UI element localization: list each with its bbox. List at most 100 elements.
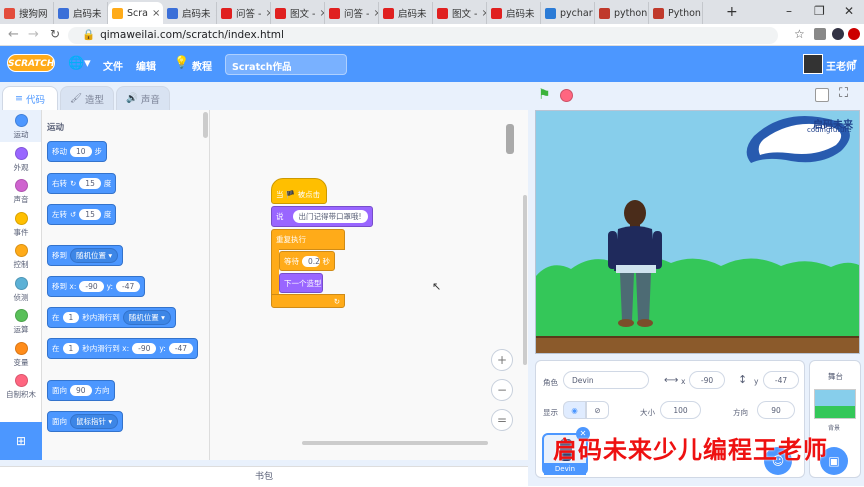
block-input[interactable]: -90 xyxy=(132,343,157,354)
browser-tab[interactable]: pychar× xyxy=(541,2,595,24)
palette-scrollbar[interactable] xyxy=(203,112,208,138)
browser-tab[interactable]: python× xyxy=(595,2,649,24)
script-v-scrollbar[interactable] xyxy=(523,195,527,365)
block-turn-right[interactable]: 右转 ↻ 15 度 xyxy=(47,173,117,194)
backdrop-thumbnail[interactable] xyxy=(814,389,856,419)
script-say[interactable]: 说出门记得带口罩哦! xyxy=(271,206,373,227)
block-glide-xy[interactable]: 在 1 秒内滑行到 x: -90 y: -47 xyxy=(47,338,199,359)
bookmark-star-icon[interactable]: ☆ xyxy=(794,27,805,41)
block-input[interactable]: 90 xyxy=(70,385,92,396)
language-globe-icon[interactable]: 🌐▾ xyxy=(68,56,91,71)
block-input[interactable]: -47 xyxy=(168,343,194,354)
block-dropdown[interactable]: 随机位置 ▾ xyxy=(122,310,171,325)
script-area[interactable]: ↖ xyxy=(210,110,528,460)
tab-sounds[interactable]: 🔊 声音 xyxy=(116,86,170,110)
category-item[interactable]: 运算 xyxy=(0,309,42,335)
x-input[interactable]: -90 xyxy=(689,371,725,389)
zoom-reset-button[interactable]: = xyxy=(491,409,513,431)
block-turn-left[interactable]: 左转 ↺ 15 度 xyxy=(47,204,117,225)
script-next-costume[interactable]: 下一个造型 xyxy=(279,273,323,293)
browser-tab[interactable]: 搜狗网× xyxy=(0,2,54,24)
browser-tab[interactable]: 启码未× xyxy=(163,2,217,24)
block-glide-to[interactable]: 在 1 秒内滑行到 随机位置 ▾ xyxy=(47,307,176,328)
close-window-button[interactable]: ✕ xyxy=(844,4,854,18)
block-input[interactable]: 10 xyxy=(70,146,92,157)
project-title-input[interactable]: Scratch作品 xyxy=(225,54,347,75)
tab-costumes[interactable]: 🖌 造型 xyxy=(60,86,114,110)
zoom-in-button[interactable]: + xyxy=(491,349,513,371)
tab-close-icon[interactable]: × xyxy=(152,8,160,19)
script-h-scrollbar[interactable] xyxy=(302,441,488,445)
browser-tab[interactable]: Python× xyxy=(649,2,703,24)
block-move-steps[interactable]: 移动 10 步 xyxy=(47,141,108,162)
block-point-towards[interactable]: 面向 鼠标指针 ▾ xyxy=(47,411,124,432)
menu-tutorial[interactable]: 教程 xyxy=(192,58,212,73)
menu-icon[interactable] xyxy=(848,28,860,40)
browser-tab[interactable]: 启码未× xyxy=(54,2,108,24)
block-point-direction[interactable]: 面向 90 方向 xyxy=(47,380,115,401)
menu-file[interactable]: 文件 xyxy=(103,58,123,73)
category-item[interactable]: 控制 xyxy=(0,244,42,270)
browser-tab[interactable]: 问答 -× xyxy=(217,2,271,24)
category-label: 侦测 xyxy=(13,292,29,302)
y-input[interactable]: -47 xyxy=(763,371,799,389)
scratch-logo[interactable]: SCRATCH xyxy=(7,54,55,72)
fullscreen-icon[interactable]: ⛶ xyxy=(839,86,848,101)
tab-code[interactable]: ≡ 代码 xyxy=(2,86,58,110)
wait-input[interactable]: 0.2 xyxy=(302,255,320,267)
category-item[interactable]: 变量 xyxy=(0,341,42,368)
small-stage-icon[interactable] xyxy=(815,88,829,102)
size-input[interactable]: 100 xyxy=(660,401,701,419)
block-dropdown[interactable]: 随机位置 ▾ xyxy=(70,248,119,263)
browser-tab[interactable]: 启码未× xyxy=(379,2,433,24)
show-visible-eye-icon[interactable]: ◉ xyxy=(563,401,586,419)
say-input[interactable]: 出门记得带口罩哦! xyxy=(292,210,368,223)
hide-eye-icon[interactable]: ⊘ xyxy=(586,401,609,419)
browser-tab[interactable]: 图文 -× xyxy=(433,2,487,24)
url-input[interactable]: 🔒 qimaweilai.com/scratch/index.html xyxy=(68,27,778,44)
script-wait[interactable]: 等待 0.2 秒 xyxy=(279,251,335,271)
block-input[interactable]: -47 xyxy=(116,281,141,292)
profile-icon[interactable] xyxy=(832,28,844,40)
tutorial-bulb-icon[interactable]: 💡 xyxy=(174,55,189,69)
stage-canvas[interactable]: 启码未来 codingfuture xyxy=(535,110,860,354)
category-item[interactable]: 自制积木 xyxy=(0,374,42,400)
block-input[interactable]: 15 xyxy=(79,178,101,189)
block-goto[interactable]: 移到 随机位置 ▾ xyxy=(47,245,124,266)
username[interactable]: 王老师 xyxy=(826,58,856,73)
add-extension-button[interactable]: ⊞ xyxy=(0,422,42,460)
block-input[interactable]: 1 xyxy=(62,312,80,323)
new-tab-button[interactable]: + xyxy=(726,4,738,20)
user-dropdown-icon[interactable]: ▾ xyxy=(853,57,857,66)
block-goto-xy[interactable]: 移到 x: -90 y: -47 xyxy=(47,276,146,297)
category-item[interactable]: 声音 xyxy=(0,179,42,205)
block-dropdown[interactable]: 鼠标指针 ▾ xyxy=(70,414,119,429)
block-input[interactable]: 15 xyxy=(79,209,101,220)
script-hat-green-flag[interactable]: 当 🏴 被点击 xyxy=(271,178,327,204)
category-item[interactable]: 外观 xyxy=(0,146,42,173)
script-forever[interactable]: 重复执行 xyxy=(271,229,345,250)
browser-tab[interactable]: 图文 -× xyxy=(271,2,325,24)
category-item[interactable]: 事件 xyxy=(0,211,42,238)
forward-icon[interactable]: → xyxy=(28,27,39,42)
reload-icon[interactable]: ↻ xyxy=(50,27,60,41)
backpack-bar[interactable]: 书包 xyxy=(0,466,528,486)
category-item[interactable]: 侦测 xyxy=(0,276,42,303)
browser-tab[interactable]: 问答 -× xyxy=(325,2,379,24)
sprite-name-input[interactable]: Devin xyxy=(563,371,649,389)
green-flag-icon[interactable]: ⚑ xyxy=(538,87,551,103)
stop-icon[interactable] xyxy=(560,89,573,102)
direction-input[interactable]: 90 xyxy=(757,401,795,419)
browser-tab[interactable]: 启码未× xyxy=(487,2,541,24)
block-input[interactable]: 1 xyxy=(62,343,80,354)
back-icon[interactable]: ← xyxy=(8,27,19,42)
category-item[interactable]: 运动 xyxy=(0,114,42,140)
browser-tab[interactable]: Scra × xyxy=(108,2,163,24)
extension-icon[interactable] xyxy=(814,28,826,40)
menu-edit[interactable]: 编辑 xyxy=(136,58,156,73)
zoom-out-button[interactable]: − xyxy=(491,379,513,401)
restore-button[interactable]: ❐ xyxy=(814,4,825,18)
avatar[interactable] xyxy=(803,54,823,74)
minimize-button[interactable]: – xyxy=(786,4,792,18)
block-input[interactable]: -90 xyxy=(79,281,104,292)
